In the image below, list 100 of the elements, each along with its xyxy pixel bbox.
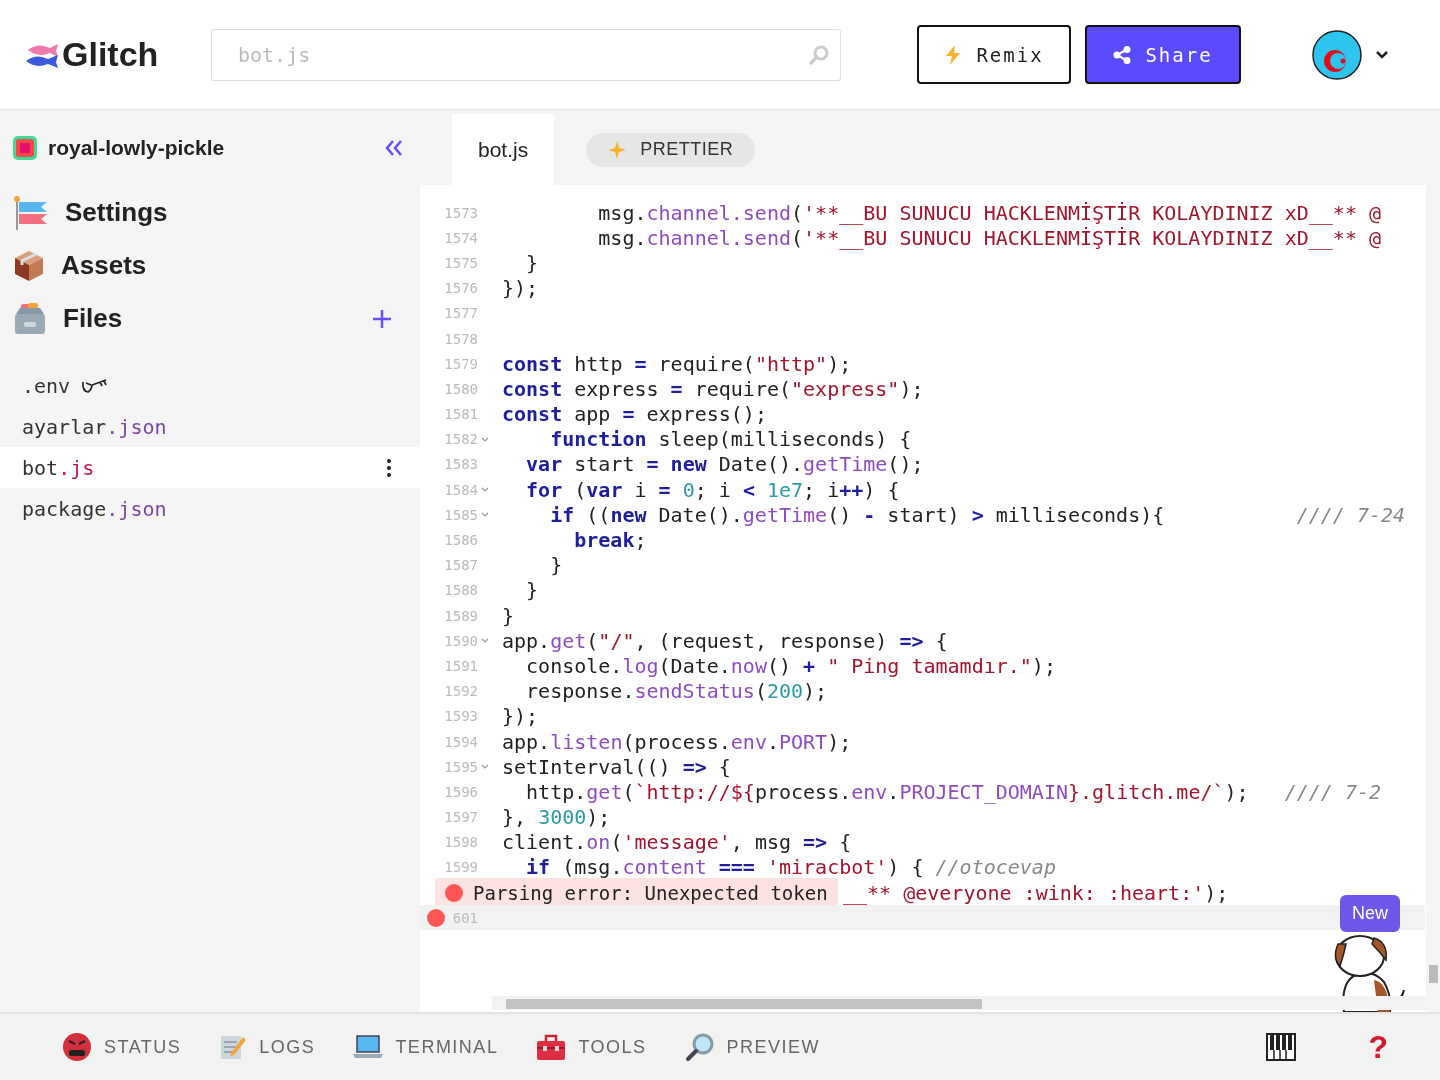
code-line: }, 3000); xyxy=(502,805,611,830)
share-icon xyxy=(1113,45,1132,64)
line-number: 1573 xyxy=(444,204,478,221)
file-tab[interactable]: bot.js xyxy=(452,114,555,185)
code-line: function sleep(milliseconds) { xyxy=(549,427,912,452)
line-number: 1578 xyxy=(444,330,478,347)
line-number: 1591 xyxy=(444,657,478,674)
share-button[interactable]: Share xyxy=(1085,25,1241,84)
scrollbar-thumb[interactable] xyxy=(506,999,982,1009)
line-number: 1580 xyxy=(444,380,478,397)
add-icon[interactable] xyxy=(372,308,392,329)
code-line: response.sendStatus(200); xyxy=(525,679,828,704)
code-line: client.on('message', msg => { xyxy=(502,830,852,855)
caret-icon[interactable] xyxy=(1375,49,1389,60)
line-number: 1595 xyxy=(444,758,478,775)
bottom-bar-item[interactable]: TOOLS xyxy=(536,1033,647,1061)
scrollbar-thumb[interactable] xyxy=(1429,965,1438,983)
nav-item[interactable]: Settings xyxy=(0,186,420,239)
line-number: 1588 xyxy=(444,582,478,599)
code-line: setInterval(() => { xyxy=(502,754,731,779)
code-line: for (var i = 0; i < 1e7; i++) { xyxy=(525,477,900,502)
file-item[interactable]: ayarlar.json xyxy=(0,406,420,447)
package-icon xyxy=(13,248,45,283)
code-line: if (msg.content === 'miracbot') { //otocevap xyxy=(525,855,1056,880)
bottom-bar-item[interactable]: PREVIEW xyxy=(684,1032,821,1062)
code-line: }); xyxy=(502,704,539,729)
fold-icon[interactable] xyxy=(481,512,489,519)
line-number: 1587 xyxy=(444,557,478,574)
search-field[interactable]: bot.js xyxy=(211,28,841,81)
code-line: } xyxy=(502,603,515,628)
code-line: app.listen(process.env.PORT); xyxy=(502,729,852,754)
collapse-icon[interactable] xyxy=(384,139,404,157)
lightning-icon xyxy=(944,44,963,65)
fish-logo-icon xyxy=(24,41,60,68)
code-line: if ((new Date().getTime() - start) > milliseconds){ //// 7-24 xyxy=(549,502,1406,527)
line-number: 1581 xyxy=(444,406,478,423)
file-item[interactable]: package.json xyxy=(0,488,420,529)
fold-icon[interactable] xyxy=(481,487,489,494)
line-number: 1583 xyxy=(444,456,478,473)
line-number: 1575 xyxy=(444,254,478,271)
line-number: 1579 xyxy=(444,355,478,372)
line-number: 1584 xyxy=(444,481,478,498)
line-number: 1576 xyxy=(444,280,478,297)
line-number: 1582 xyxy=(444,431,478,448)
line-number: 1590 xyxy=(444,632,478,649)
code-line: const express = require("express"); xyxy=(502,376,924,401)
line-number: 1596 xyxy=(444,783,478,800)
code-line: console.log(Date.now() + " Ping tamamdır."); xyxy=(525,653,1056,678)
avatar-icon[interactable] xyxy=(1311,28,1363,81)
sparkle-icon xyxy=(608,140,627,159)
magnifier-icon xyxy=(684,1032,715,1062)
nav-item[interactable]: Assets xyxy=(0,239,420,292)
line-number: 1597 xyxy=(444,809,478,826)
fold-icon[interactable] xyxy=(481,436,489,443)
code-line: http.get(`http://${process.env.PROJECT_DOMAIN}.glitch.me/`); //// 7-2 xyxy=(525,779,1382,804)
code-line: msg.channel.send('**__BU SUNUCU HACKLENMİŞTİR KOLAYDINIZ xD__** @ xyxy=(597,225,1381,250)
fold-icon[interactable] xyxy=(481,764,489,771)
code-line: msg.channel.send('**__BU SUNUCU HACKLENMİŞTİR KOLAYDINIZ xD__** @ xyxy=(597,200,1381,225)
code-line: app.get("/", (request, response) => { xyxy=(502,628,948,653)
more-icon[interactable] xyxy=(386,457,392,478)
line-number: 1599 xyxy=(444,859,478,876)
prettier-button[interactable]: PRETTIER xyxy=(586,132,756,167)
laptop-icon xyxy=(353,1034,384,1060)
logo-text[interactable]: Glitch xyxy=(62,35,159,74)
file-cabinet-icon xyxy=(13,301,47,336)
line-number: 1585 xyxy=(444,506,478,523)
angry-face-icon xyxy=(62,1032,92,1062)
code-line: } xyxy=(549,553,563,578)
code-line: } xyxy=(525,250,539,275)
line-number: 1598 xyxy=(444,834,478,851)
line-number: 1574 xyxy=(444,229,478,246)
remix-button[interactable]: Remix xyxy=(917,25,1071,84)
line-number: 1593 xyxy=(444,708,478,725)
file-item[interactable]: .env xyxy=(0,365,420,406)
nav-item[interactable]: Files xyxy=(0,292,420,345)
file-item[interactable]: bot.js xyxy=(0,447,420,488)
bottom-bar-item[interactable]: STATUS xyxy=(62,1032,182,1062)
line-number: 1577 xyxy=(444,305,478,322)
line-number: 1589 xyxy=(444,607,478,624)
new-badge[interactable]: New xyxy=(1340,895,1400,932)
code-line: const app = express(); xyxy=(502,402,767,427)
code-line: var start = new Date().getTime(); xyxy=(525,452,924,477)
carp-streamer-icon xyxy=(13,195,49,230)
piano-icon[interactable] xyxy=(1266,1033,1297,1061)
line-number: 1594 xyxy=(444,733,478,750)
code-line: break; xyxy=(573,528,647,553)
bottom-bar-item[interactable]: LOGS xyxy=(219,1033,316,1061)
project-icon xyxy=(12,135,38,161)
code-line: } xyxy=(525,578,539,603)
fold-icon[interactable] xyxy=(481,638,489,645)
code-line: __** @everyone :wink: :heart:'); xyxy=(843,880,1229,905)
code-line: const http = require("http"); xyxy=(502,351,852,376)
line-number: 1592 xyxy=(444,683,478,700)
code-line: }); xyxy=(502,276,539,301)
help-button[interactable]: ? xyxy=(1368,1028,1388,1066)
line-number: 1586 xyxy=(444,532,478,549)
bottom-bar-item[interactable]: TERMINAL xyxy=(353,1034,499,1060)
memo-icon xyxy=(219,1033,248,1061)
project-name[interactable]: royal-lowly-pickle xyxy=(48,136,374,160)
toolbox-icon xyxy=(536,1033,567,1061)
